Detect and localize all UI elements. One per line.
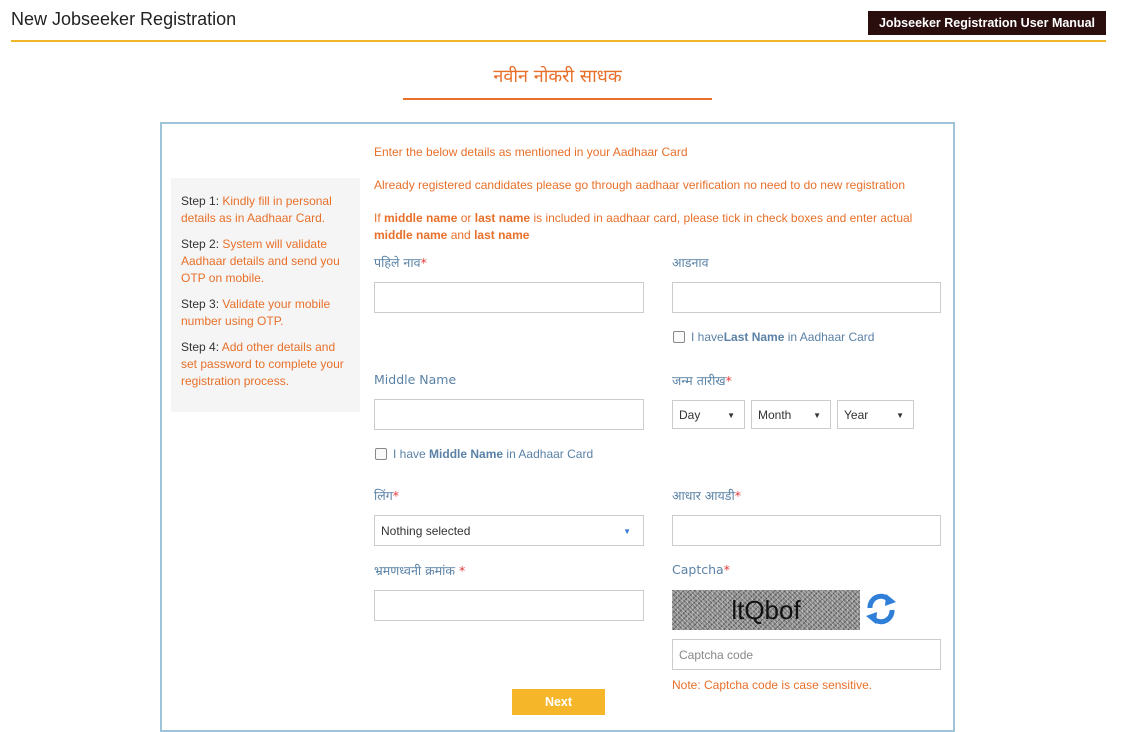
steps-sidebar: Step 1: Kindly fill in personal details … (171, 178, 360, 412)
user-manual-button[interactable]: Jobseeker Registration User Manual (867, 11, 1106, 35)
middle-name-input[interactable] (375, 400, 643, 429)
surname-label: आडनाव (672, 255, 709, 270)
surname-input[interactable] (673, 283, 940, 312)
captcha-field[interactable] (672, 639, 941, 670)
chevron-down-icon: ▼ (896, 411, 904, 420)
last-name-checkbox-box[interactable] (673, 331, 685, 343)
next-button[interactable]: Next (512, 689, 605, 715)
middle-name-field[interactable] (374, 399, 644, 430)
refresh-captcha-icon[interactable] (864, 590, 898, 628)
first-name-label: पहिले नाव* (374, 255, 427, 270)
captcha-note: Note: Captcha code is case sensitive. (672, 678, 873, 692)
last-name-checkbox[interactable]: I have Last Name in Aadhaar Card (673, 330, 874, 344)
note-middle-last-name: If middle name or last name is included … (374, 211, 913, 242)
gender-label: लिंग* (374, 488, 400, 503)
mobile-input[interactable] (375, 591, 643, 620)
step-4: Step 4: Add other details and set passwo… (181, 340, 344, 388)
captcha-image: ltQbof (672, 590, 860, 630)
dob-month-select[interactable]: Month ▼ (751, 400, 831, 429)
middle-name-checkbox[interactable]: I have Middle Name in Aadhaar Card (375, 447, 593, 461)
aadhaar-label: आधार आयडी* (672, 488, 741, 503)
surname-field[interactable] (672, 282, 941, 313)
dob-label: जन्म तारीख* (672, 373, 732, 388)
dob-day-select[interactable]: Day ▼ (672, 400, 745, 429)
step-3: Step 3: Validate your mobile number usin… (181, 297, 331, 328)
gender-select[interactable]: Nothing selected ▼ (374, 515, 644, 546)
chevron-down-icon: ▼ (623, 527, 631, 536)
middle-name-label: Middle Name (374, 372, 457, 387)
aadhaar-input[interactable] (673, 516, 940, 545)
form-heading: नवीन नोकरी साधक (493, 66, 622, 87)
captcha-input[interactable] (673, 640, 940, 669)
mobile-label: भ्रमणध्वनी क्रमांक * (374, 563, 466, 578)
heading-divider (403, 98, 712, 100)
middle-name-checkbox-box[interactable] (375, 448, 387, 460)
page-title: New Jobseeker Registration (11, 9, 237, 29)
step-2: Step 2: System will validate Aadhaar det… (181, 237, 340, 285)
step-1: Step 1: Kindly fill in personal details … (181, 194, 332, 225)
first-name-field[interactable] (374, 282, 644, 313)
chevron-down-icon: ▼ (813, 411, 821, 420)
chevron-down-icon: ▼ (727, 411, 735, 420)
note-already-registered: Already registered candidates please go … (374, 178, 906, 192)
note-aadhaar-details: Enter the below details as mentioned in … (374, 145, 688, 159)
dob-year-select[interactable]: Year ▼ (837, 400, 914, 429)
top-bar: New Jobseeker Registration Jobseeker Reg… (11, 0, 1106, 42)
aadhaar-field[interactable] (672, 515, 941, 546)
first-name-input[interactable] (375, 283, 643, 312)
mobile-field[interactable] (374, 590, 644, 621)
captcha-label: Captcha* (672, 562, 730, 577)
